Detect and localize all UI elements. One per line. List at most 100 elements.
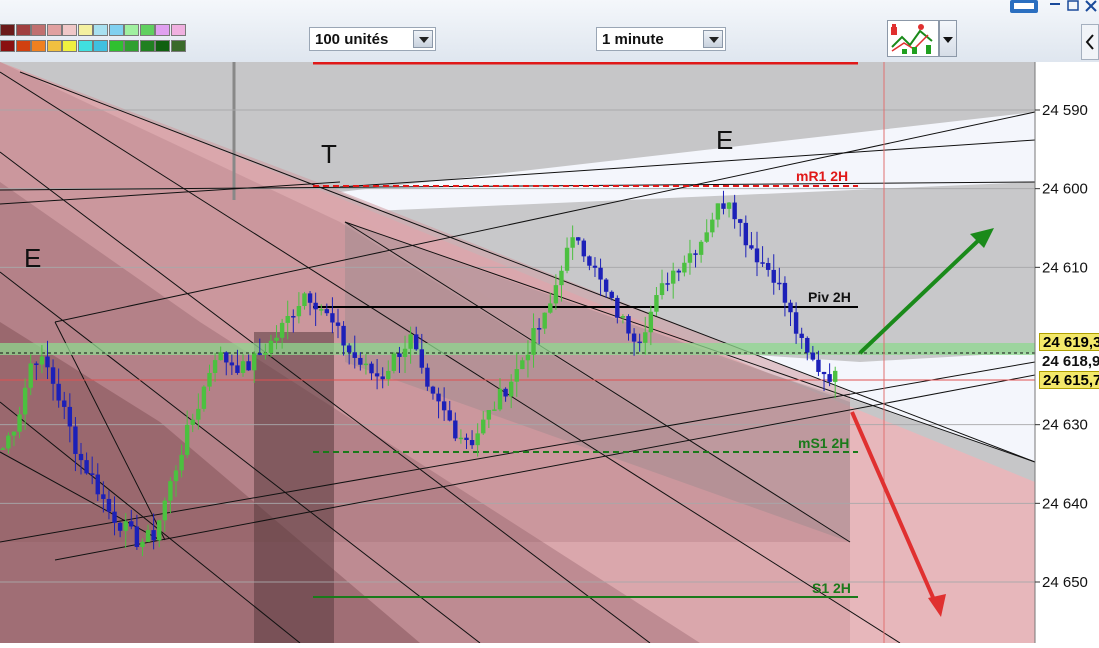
candle-body: [319, 309, 324, 311]
quantity-select-value: 100 unités: [315, 31, 389, 48]
candle-body: [726, 202, 732, 209]
candle-body: [670, 270, 676, 284]
candle-body: [475, 433, 480, 446]
quantity-select[interactable]: 100 unités: [309, 27, 436, 51]
candle-body: [788, 302, 793, 313]
color-swatch[interactable]: [93, 24, 108, 36]
price-tag-lower: 24 615,7: [1039, 371, 1099, 389]
candle-body: [598, 267, 603, 280]
candle-body: [827, 374, 832, 382]
color-swatch[interactable]: [124, 40, 139, 52]
candle-body: [341, 325, 346, 346]
candle-body: [179, 454, 184, 471]
candle-body: [6, 435, 11, 449]
candle-body: [95, 474, 100, 495]
chevron-down-icon[interactable]: [703, 30, 723, 48]
candle-body: [648, 311, 654, 333]
candle-body: [257, 353, 262, 355]
color-swatch[interactable]: [46, 40, 62, 52]
candle-body: [218, 352, 223, 361]
candle-body: [184, 424, 190, 455]
candle-body: [386, 370, 391, 380]
candle-body: [229, 362, 235, 366]
candle-body: [134, 526, 140, 548]
candle-body: [620, 316, 626, 318]
candle-body: [486, 410, 492, 420]
candle-body: [715, 203, 721, 220]
color-swatch[interactable]: [124, 24, 139, 36]
candle-body: [570, 237, 575, 248]
candle-body: [84, 460, 89, 474]
color-swatch[interactable]: [108, 40, 124, 52]
color-swatch[interactable]: [93, 40, 108, 52]
candle-body: [682, 262, 687, 273]
chart-canvas[interactable]: mR1 2H Piv 2H mS1 2H S1 2H E T E 24 650 2…: [0, 59, 1099, 644]
price-chart[interactable]: mR1 2H Piv 2H mS1 2H S1 2H E T E 24 650 2…: [0, 59, 1099, 644]
s1-label: S1 2H: [812, 580, 851, 596]
color-swatch[interactable]: [15, 40, 31, 52]
indicator-dropdown[interactable]: [939, 20, 957, 57]
candle-body: [592, 265, 598, 268]
candle-body: [56, 383, 61, 401]
candle-body: [11, 431, 17, 436]
candle-body: [430, 386, 436, 394]
candle-body: [67, 406, 73, 427]
chevron-down-icon[interactable]: [413, 30, 433, 48]
candle-body: [397, 353, 402, 357]
candle-body: [810, 352, 816, 360]
candle-body: [414, 334, 419, 350]
candle-body: [291, 316, 296, 318]
color-swatch[interactable]: [31, 40, 46, 52]
candle-body: [307, 293, 313, 303]
ms1-label: mS1 2H: [798, 435, 849, 451]
color-swatch[interactable]: [170, 24, 186, 36]
candle-body: [497, 388, 503, 410]
color-swatch[interactable]: [77, 24, 93, 36]
candle-body: [710, 219, 715, 233]
color-swatch[interactable]: [15, 24, 31, 36]
candle-body: [643, 332, 648, 343]
candle-body: [263, 352, 268, 355]
price-axis-tick-label: 24 650: [1042, 574, 1088, 591]
color-swatch[interactable]: [77, 40, 93, 52]
color-swatch[interactable]: [155, 24, 170, 36]
candle-body: [45, 356, 50, 368]
candle-body: [28, 363, 33, 388]
candle-body: [581, 240, 587, 257]
candle-body: [190, 419, 195, 425]
candle-body: [89, 473, 95, 475]
wave-label-t: T: [321, 139, 337, 169]
candle-body: [469, 440, 475, 446]
candle-body: [659, 283, 665, 296]
color-swatch[interactable]: [139, 40, 155, 52]
candle-body: [22, 387, 28, 415]
color-swatch[interactable]: [139, 24, 155, 36]
color-swatch[interactable]: [155, 40, 170, 52]
color-swatch[interactable]: [108, 24, 124, 36]
color-swatch[interactable]: [170, 40, 186, 52]
color-swatch[interactable]: [62, 24, 77, 36]
color-swatch[interactable]: [46, 24, 62, 36]
candle-body: [816, 359, 821, 372]
candle-body: [117, 522, 123, 531]
candle-body: [123, 521, 128, 531]
candle-body: [503, 388, 508, 397]
candle-body: [777, 282, 782, 285]
indicator-button[interactable]: [887, 20, 939, 57]
candle-body: [564, 247, 570, 271]
timeframe-select[interactable]: 1 minute: [596, 27, 726, 51]
candle-body: [374, 373, 380, 377]
candle-body: [548, 303, 553, 313]
candle-body: [358, 357, 363, 365]
price-tag-upper: 24 619,3: [1039, 333, 1099, 351]
color-swatch[interactable]: [0, 40, 15, 52]
candle-body: [425, 367, 430, 387]
candle-body: [754, 248, 760, 263]
color-swatch[interactable]: [31, 24, 46, 36]
candle-body: [626, 316, 631, 334]
candle-body: [531, 328, 536, 355]
side-panel-button[interactable]: [1081, 24, 1099, 60]
color-swatch[interactable]: [62, 40, 77, 52]
color-swatch[interactable]: [0, 24, 15, 36]
candle-body: [732, 202, 737, 220]
